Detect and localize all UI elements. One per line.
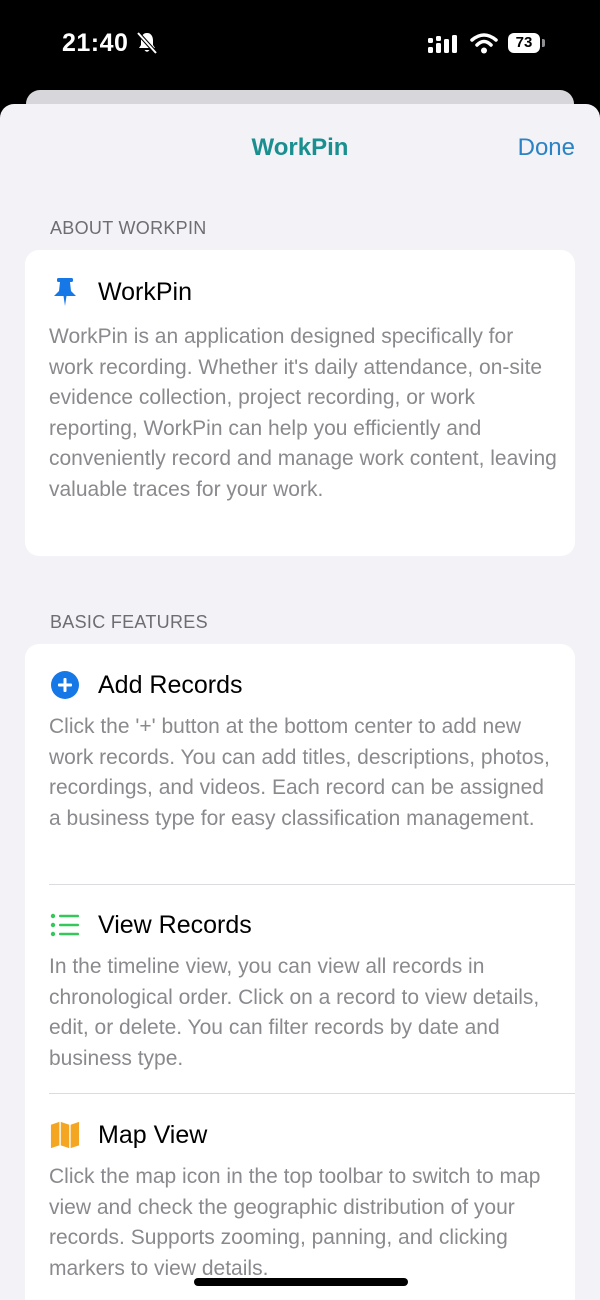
about-card: WorkPin WorkPin is an application design… (25, 250, 575, 556)
section-header-features: BASIC FEATURES (50, 612, 208, 632)
list-icon (50, 910, 80, 940)
map-icon (50, 1120, 80, 1150)
done-button[interactable]: Done (518, 134, 575, 162)
home-indicator (194, 1278, 408, 1286)
battery-indicator: 73 (508, 33, 540, 53)
pin-icon (50, 277, 80, 307)
divider (49, 884, 575, 885)
cellular-signal-icon (428, 35, 457, 53)
status-bar: 21:40 73 (0, 0, 600, 92)
feature-title-row-add-records: Add Records (50, 668, 243, 702)
bell-slash-icon (136, 31, 158, 55)
feature-title-row-view-records: View Records (50, 908, 252, 942)
feature-description-map-view: Click the map icon in the top toolbar to… (49, 1165, 541, 1280)
wifi-icon (470, 33, 498, 54)
feature-description-view-records: In the timeline view, you can view all r… (49, 955, 540, 1070)
feature-title-view-records: View Records (98, 910, 252, 939)
feature-title-row-map-view: Map View (50, 1118, 207, 1152)
about-title: WorkPin (98, 277, 193, 306)
feature-title-map-view: Map View (98, 1120, 208, 1149)
status-time: 21:40 (62, 29, 129, 57)
plus-circle-icon (50, 670, 80, 700)
about-description: WorkPin is an application designed speci… (49, 325, 557, 501)
divider (49, 1093, 575, 1094)
feature-description-add-records: Click the '+' button at the bottom cente… (49, 715, 550, 830)
about-title-row: WorkPin (50, 275, 192, 309)
section-header-about: ABOUT WORKPIN (50, 218, 207, 238)
help-sheet: WorkPin Done ABOUT WORKPIN WorkPin WorkP… (0, 104, 600, 1300)
nav-title: WorkPin (251, 134, 349, 161)
feature-title-add-records: Add Records (98, 670, 243, 699)
battery-nub (542, 39, 545, 47)
features-card: Add Records Click the '+' button at the … (25, 644, 575, 1300)
